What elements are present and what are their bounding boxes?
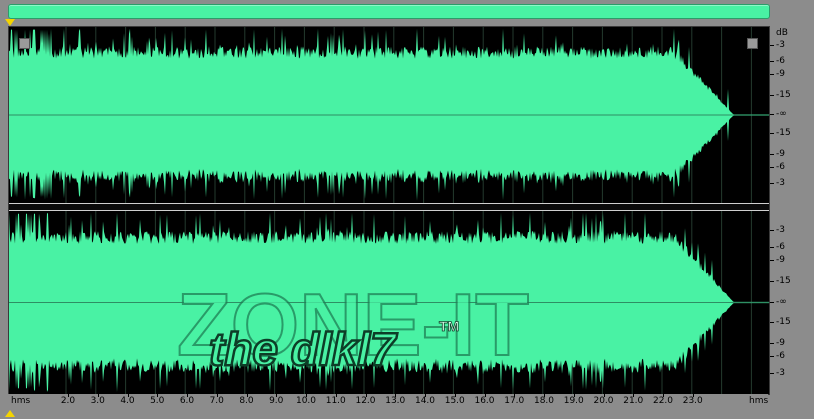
channel-left-handle-left[interactable] [19, 38, 30, 49]
timeline-tick [187, 394, 188, 397]
channel-left-db-label: -3 [776, 40, 785, 51]
timeline-label: 17.0 [504, 396, 525, 406]
channel-left-db-tick [770, 133, 774, 135]
playhead-start-marker-bottom[interactable] [5, 410, 15, 417]
timeline-tick [127, 394, 129, 397]
timeline-label: 22.0 [652, 396, 674, 406]
channel-right-db-label: -3 [776, 367, 785, 378]
timeline-tick [425, 394, 426, 397]
timeline-label: 9.0 [269, 396, 284, 406]
channel-right[interactable] [9, 211, 769, 394]
timeline-label: 7.0 [209, 396, 224, 406]
channel-left-db-label: -3 [776, 177, 785, 188]
channel-left-db-tick [770, 114, 774, 115]
channel-left-db-tick [770, 94, 774, 96]
channel-left-db-label: -9 [776, 148, 785, 159]
timeline-label: 21.0 [623, 396, 644, 406]
timeline-label: 20.0 [593, 396, 614, 406]
timeline-tick [395, 394, 397, 397]
timeline-label: 5.0 [150, 396, 165, 406]
channel-divider[interactable] [9, 203, 769, 211]
timeline-tick [663, 394, 664, 397]
channel-right-db-label: -6 [776, 241, 785, 252]
timeline-tick [97, 394, 99, 397]
channel-right-db-label: -9 [776, 255, 785, 266]
timeline-tick [335, 394, 337, 397]
channel-right-waveform [9, 211, 769, 394]
channel-left-db-tick [770, 153, 774, 155]
timeline-label: 19.0 [563, 396, 584, 406]
timeline-ruler[interactable]: hms hms 2.0 3.0 4.0 5.0 6.0 7.0 8.0 9.0 10.0 11.0… [8, 394, 768, 408]
timeline-tick [157, 394, 159, 397]
timeline-label: 12.0 [355, 396, 376, 406]
timeline-tick [306, 394, 307, 397]
timeline-label: 2.0 [60, 396, 76, 406]
timeline-label: 23.0 [682, 396, 703, 406]
channel-left-handle-right[interactable] [747, 38, 758, 49]
channel-left-db-tick [770, 166, 774, 168]
timeline-unit-right: hms [749, 396, 769, 406]
timeline-tick [484, 394, 486, 397]
channel-right-db-tick [770, 246, 774, 248]
channel-left-db-label: -6 [776, 56, 785, 67]
channel-right-db-tick [770, 260, 774, 262]
waveform-display[interactable]: ZONE-IT the dlkl7 TM [8, 26, 770, 395]
timeline-label: 6.0 [179, 396, 195, 406]
channel-right-db-tick [770, 321, 774, 323]
channel-right-db-tick [770, 356, 774, 358]
channel-right-db-tick [770, 281, 774, 283]
channel-right-db-label: -15 [776, 276, 791, 287]
timeline-label: 4.0 [120, 396, 135, 406]
timeline-label: 10.0 [295, 396, 317, 406]
timeline-unit-left: hms [11, 396, 31, 406]
channel-left-db-tick [770, 182, 774, 184]
timeline-tick [216, 394, 218, 397]
channel-left-db-tick [770, 45, 774, 47]
timeline-tick [276, 394, 278, 397]
timeline-label: 11.0 [325, 396, 346, 406]
channel-left-db-label: -15 [776, 89, 791, 100]
timeline-label: 16.0 [474, 396, 495, 406]
channel-right-db-label: -3 [776, 225, 785, 236]
timeline-tick [68, 394, 69, 397]
timeline-tick [365, 394, 367, 397]
channel-right-db-tick [770, 301, 774, 303]
channel-right-db-label: -∞ [776, 296, 787, 307]
timeline-tick [633, 394, 635, 397]
timeline-tick [514, 394, 516, 397]
channel-right-db-tick [770, 342, 774, 344]
channel-right-db-label: -9 [776, 337, 785, 348]
timeline-tick [454, 394, 456, 397]
timeline-label: 8.0 [239, 396, 254, 406]
channel-right-db-label: -15 [776, 316, 791, 327]
channel-right-db-tick [770, 372, 774, 374]
timeline-tick [573, 394, 575, 397]
db-unit-label: dB [776, 28, 788, 38]
channel-left-db-tick [770, 61, 774, 63]
timeline-label: 14.0 [414, 396, 436, 406]
timeline-tick [246, 394, 248, 397]
channel-left-db-label: -∞ [776, 109, 787, 119]
db-scale: dB -3 -6 -9 -15 -∞ -15 -9 -6 -3 -3 -6 -9 -15 -∞ -15 -9… [770, 26, 814, 393]
channel-left-waveform [9, 27, 769, 203]
channel-left-db-tick [770, 74, 774, 76]
timeline-label: 15.0 [444, 396, 465, 406]
channel-right-db-tick [770, 230, 774, 232]
playhead-start-marker-top[interactable] [5, 19, 15, 26]
timeline-label: 18.0 [533, 396, 555, 406]
channel-left[interactable] [9, 27, 769, 203]
timeline-label: 3.0 [90, 396, 105, 406]
channel-left-db-label: -9 [776, 69, 785, 80]
timeline-tick [692, 394, 694, 397]
timeline-label: 13.0 [385, 396, 406, 406]
channel-right-db-label: -6 [776, 351, 785, 362]
channel-left-db-label: -15 [776, 128, 791, 139]
channel-left-db-label: -6 [776, 161, 785, 172]
overview-waveform-bar[interactable] [8, 4, 770, 19]
timeline-tick [544, 394, 545, 397]
timeline-tick [603, 394, 605, 397]
